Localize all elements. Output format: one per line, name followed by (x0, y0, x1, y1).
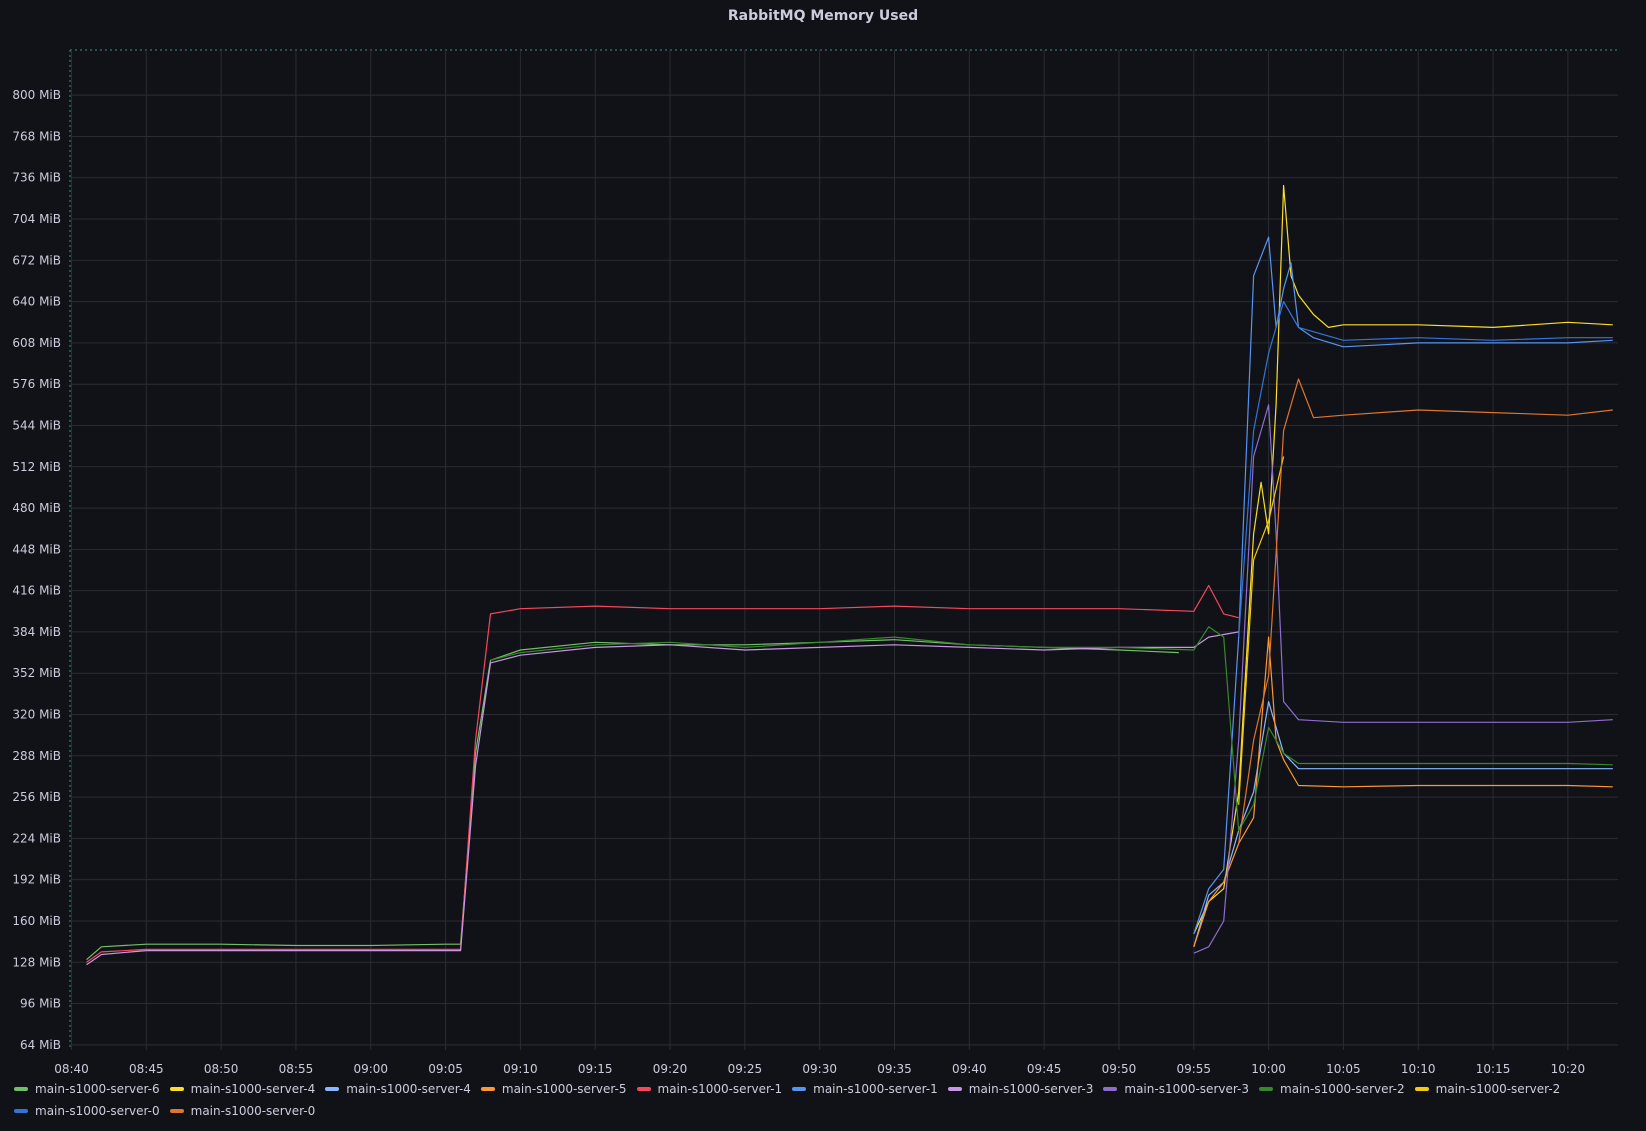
legend-swatch (947, 1087, 962, 1091)
series-line-main-s1000-server-3-7 (1193, 404, 1613, 954)
legend-swatch (636, 1087, 651, 1091)
y-tick-label: 544 MiB (12, 418, 61, 432)
legend-swatch (14, 1109, 28, 1113)
y-tick-label: 672 MiB (12, 253, 61, 267)
legend-label: main-s1000-server-2 (1280, 1082, 1405, 1096)
x-tick-label: 08:50 (204, 1062, 239, 1075)
y-tick-label: 800 MiB (12, 88, 61, 102)
y-tick-label: 736 MiB (12, 171, 61, 185)
y-tick-label: 352 MiB (12, 666, 61, 680)
legend-label: main-s1000-server-1 (657, 1082, 783, 1096)
y-tick-label: 768 MiB (12, 129, 61, 143)
legend-item[interactable]: main-s1000-server-0 (169, 1102, 316, 1120)
y-tick-label: 128 MiB (12, 955, 61, 969)
series-line-main-s1000-server-2-9 (1238, 456, 1285, 805)
x-tick-label: 10:05 (1326, 1062, 1361, 1075)
legend-label: main-s1000-server-4 (346, 1082, 471, 1096)
x-tick-label: 09:30 (802, 1062, 837, 1075)
y-tick-label: 608 MiB (12, 336, 61, 350)
y-tick-label: 512 MiB (12, 460, 61, 474)
chart-plot: 64 MiB 96 MiB 128 MiB 160 MiB 192 MiB 224 MiB… (12, 49, 1618, 1075)
x-tick-label: 08:40 (54, 1062, 89, 1075)
legend-item[interactable]: main-s1000-server-1 (636, 1080, 783, 1098)
x-tick-label: 10:15 (1476, 1062, 1511, 1075)
y-tick-label: 256 MiB (12, 790, 61, 804)
chart-panel: RabbitMQ Memory Used 64 MiB 96 MiB 128 MiB… (0, 0, 1646, 1131)
legend-label: main-s1000-server-0 (35, 1104, 160, 1118)
series-line-main-s1000-server-6-0 (86, 639, 1179, 961)
y-tick-label: 384 MiB (12, 625, 61, 639)
series-line-main-s1000-server-4-2 (1193, 700, 1613, 947)
legend-item[interactable]: main-s1000-server-4 (325, 1080, 471, 1098)
series-line-main-s1000-server-1-5 (1193, 236, 1613, 935)
legend-label: main-s1000-server-4 (190, 1082, 316, 1096)
legend-label: main-s1000-server-0 (190, 1104, 316, 1118)
x-tick-label: 09:10 (503, 1062, 538, 1075)
y-tick-label: 288 MiB (12, 749, 61, 763)
y-tick-label: 96 MiB (20, 997, 61, 1011)
x-tick-label: 09:55 (1176, 1062, 1211, 1075)
x-tick-label: 09:40 (952, 1062, 987, 1075)
x-tick-label: 09:45 (1027, 1062, 1062, 1075)
legend-swatch (1414, 1087, 1429, 1091)
x-tick-label: 10:10 (1401, 1062, 1436, 1075)
legend-swatch (14, 1087, 28, 1091)
legend-swatch (480, 1087, 495, 1091)
legend-item[interactable]: main-s1000-server-5 (480, 1080, 627, 1098)
legend-item[interactable]: main-s1000-server-0 (14, 1102, 160, 1120)
y-tick-label: 64 MiB (20, 1038, 61, 1052)
legend-item[interactable]: main-s1000-server-6 (14, 1080, 160, 1098)
legend-item[interactable]: main-s1000-server-3 (1103, 1080, 1249, 1098)
legend-label: main-s1000-server-3 (1124, 1082, 1249, 1096)
legend-label: main-s1000-server-2 (1435, 1082, 1561, 1096)
series-line-main-s1000-server-2-8 (490, 626, 1613, 832)
x-tick-label: 09:05 (428, 1062, 463, 1075)
legend-swatch (1259, 1087, 1273, 1091)
y-tick-label: 160 MiB (12, 914, 61, 928)
legend-swatch (792, 1087, 807, 1091)
series-line-main-s1000-server-3-6 (86, 631, 1239, 966)
x-tick-label: 09:00 (353, 1062, 388, 1075)
legend-swatch (169, 1087, 184, 1091)
x-tick-label: 09:25 (728, 1062, 763, 1075)
legend-label: main-s1000-server-3 (968, 1082, 1094, 1096)
legend-label: main-s1000-server-1 (813, 1082, 938, 1096)
y-tick-label: 480 MiB (12, 501, 61, 515)
x-tick-label: 10:00 (1251, 1062, 1286, 1075)
x-tick-label: 09:35 (877, 1062, 912, 1075)
y-tick-label: 192 MiB (12, 873, 61, 887)
series-line-main-s1000-server-4-1 (1193, 184, 1613, 935)
series-line-main-s1000-server-0-10 (1238, 301, 1613, 638)
legend-swatch (1103, 1087, 1118, 1091)
legend-label: main-s1000-server-5 (501, 1082, 627, 1096)
y-tick-label: 576 MiB (12, 377, 61, 391)
x-tick-label: 08:55 (279, 1062, 314, 1075)
y-tick-label: 416 MiB (12, 584, 61, 598)
legend-item[interactable]: main-s1000-server-2 (1414, 1080, 1561, 1098)
y-tick-label: 640 MiB (12, 295, 61, 309)
x-tick-label: 08:45 (129, 1062, 164, 1075)
legend-swatch (169, 1109, 184, 1113)
x-tick-label: 09:15 (578, 1062, 613, 1075)
y-tick-label: 448 MiB (12, 542, 61, 556)
legend-swatch (325, 1087, 340, 1091)
chart-legend: main-s1000-server-6 main-s1000-server-4 ma… (14, 1080, 1634, 1120)
x-tick-label: 10:20 (1551, 1062, 1586, 1075)
series-line-main-s1000-server-0-11 (1238, 378, 1613, 844)
x-tick-label: 09:50 (1102, 1062, 1137, 1075)
y-tick-label: 320 MiB (12, 708, 61, 722)
legend-item[interactable]: main-s1000-server-3 (947, 1080, 1094, 1098)
y-tick-label: 224 MiB (12, 831, 61, 845)
legend-label: main-s1000-server-6 (35, 1082, 160, 1096)
x-tick-label: 09:20 (653, 1062, 688, 1075)
legend-item[interactable]: main-s1000-server-2 (1259, 1080, 1405, 1098)
y-tick-label: 704 MiB (12, 212, 61, 226)
legend-item[interactable]: main-s1000-server-1 (792, 1080, 938, 1098)
legend-item[interactable]: main-s1000-server-4 (169, 1080, 316, 1098)
